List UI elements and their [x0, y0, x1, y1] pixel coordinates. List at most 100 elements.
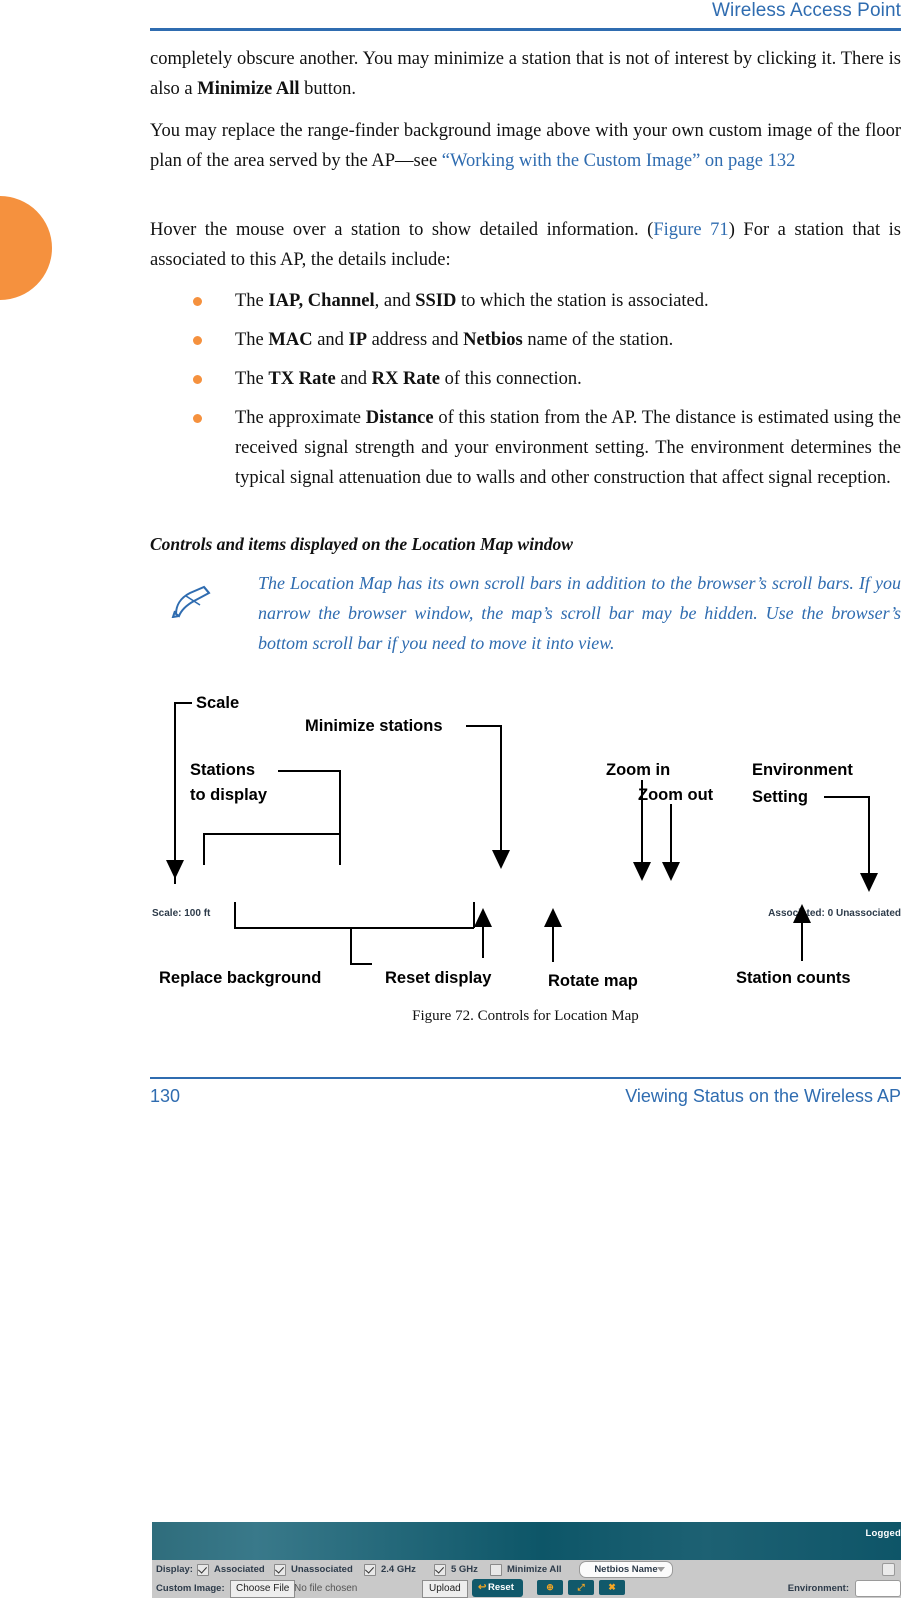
callout-scale: Scale	[196, 691, 239, 716]
station-counts-text: Associated: 0 Unassociated	[768, 908, 901, 919]
bullet-1-post: to which the station is associated.	[456, 291, 708, 311]
reset-button[interactable]: ↩ Reset	[472, 1579, 523, 1597]
rotate-map-button[interactable]: ⤢	[568, 1580, 594, 1595]
footer-page-number: 130	[150, 1086, 180, 1107]
callout-scale-leader-v	[174, 702, 176, 884]
callout-zoomout-arrow	[662, 862, 680, 881]
checkbox-unassociated-label: Unassociated	[291, 1564, 353, 1575]
footer-rule	[150, 1077, 901, 1079]
station-name-dropdown-value: Netbios Name	[594, 1564, 657, 1575]
bullet-2-post2: name of the station.	[523, 330, 674, 350]
display-filter-row: Display: Associated Unassociated 2.4 GHz…	[152, 1560, 901, 1579]
bullet-1-text: The	[235, 291, 268, 311]
callout-env-leader-h	[824, 796, 870, 798]
callout-replace-background: Replace background	[159, 966, 321, 991]
document-page: Wireless Access Point completely obscure…	[0, 0, 901, 1114]
callout-minimize-leader-v	[500, 725, 502, 855]
bullet-3-bold-1: TX Rate	[268, 369, 335, 389]
section-subheading: Controls and items displayed on the Loca…	[150, 534, 901, 555]
checkbox-5ghz-label: 5 GHz	[451, 1564, 478, 1575]
callout-replace-leader-h	[350, 963, 372, 965]
cross-reference-link-custom-image[interactable]: “Working with the Custom Image” on page …	[442, 151, 796, 171]
page-header: Wireless Access Point	[150, 0, 901, 34]
checkbox-associated-label: Associated	[214, 1564, 265, 1575]
bullet-2-mid: and	[313, 330, 349, 350]
logged-status-label: Logged	[866, 1528, 901, 1539]
list-item: The approximate Distance of this station…	[190, 403, 901, 493]
callout-counts-arrow	[793, 904, 811, 923]
callout-stations-leader-h	[278, 770, 340, 772]
bullet-2-text: The	[235, 330, 268, 350]
callout-env-arrow	[860, 873, 878, 892]
cross-reference-link-figure-71[interactable]: Figure 71	[653, 220, 728, 240]
callout-stations-leader-v	[339, 770, 341, 834]
bullet-1-mid: , and	[375, 291, 416, 311]
checkbox-unassociated[interactable]	[274, 1564, 286, 1576]
environment-input[interactable]	[855, 1580, 901, 1597]
zoom-in-button[interactable]: ⊕	[537, 1580, 563, 1595]
bullet-dot-icon	[193, 414, 202, 423]
callout-stations-brace-left	[203, 833, 205, 865]
callout-replace-brace-left	[234, 902, 236, 928]
callout-replace-leader-v	[350, 927, 352, 964]
bullet-2-bold-3: Netbios	[463, 330, 523, 350]
bullet-dot-icon	[193, 375, 202, 384]
callout-zoomout-leader	[670, 804, 672, 866]
paragraph-1: completely obscure another. You may mini…	[150, 44, 901, 104]
callout-zoom-out: Zoom out	[638, 783, 713, 808]
callout-reset-display: Reset display	[385, 966, 491, 991]
checkbox-associated[interactable]	[197, 1564, 209, 1576]
callout-env-leader-v	[868, 796, 870, 878]
custom-image-row: Custom Image: Choose File No file chosen…	[152, 1579, 901, 1598]
callout-rotate-map: Rotate map	[548, 969, 638, 994]
checkbox-2-4ghz[interactable]	[364, 1564, 376, 1576]
bullet-4-bold-1: Distance	[366, 408, 434, 428]
header-rule	[150, 28, 901, 31]
location-map-screenshot: Logged Display: Associated Unassociated …	[152, 1522, 901, 1598]
callout-zoomin-arrow	[633, 862, 651, 881]
bullet-2-bold-2: IP	[349, 330, 368, 350]
bullet-dot-icon	[193, 297, 202, 306]
paragraph-3: Hover the mouse over a station to show d…	[150, 215, 901, 275]
callout-stations-line2: to display	[190, 783, 267, 808]
bullet-dot-icon	[193, 336, 202, 345]
bullet-2-bold-1: MAC	[268, 330, 312, 350]
app-title-band: Logged	[152, 1522, 901, 1560]
upload-button[interactable]: Upload	[422, 1580, 468, 1598]
figure-caption: Figure 72. Controls for Location Map	[150, 1008, 901, 1025]
no-file-chosen-text: No file chosen	[294, 1583, 357, 1594]
reset-button-label: Reset	[488, 1582, 514, 1593]
paragraph-3-text-a: Hover the mouse over a station to show d…	[150, 220, 653, 240]
zoom-out-button[interactable]: ✖	[599, 1580, 625, 1595]
paragraph-2: You may replace the range-finder backgro…	[150, 116, 901, 176]
callout-scale-arrow	[166, 860, 184, 879]
checkbox-minimize-all-label: Minimize All	[507, 1564, 562, 1575]
bullet-3-mid: and	[336, 369, 372, 389]
callout-stations-line1: Stations	[190, 758, 255, 783]
bullet-2-post: address and	[367, 330, 463, 350]
bullet-4-text: The approximate	[235, 408, 366, 428]
checkbox-5ghz[interactable]	[434, 1564, 446, 1576]
callout-minimize-stations: Minimize stations	[305, 714, 443, 739]
callout-stations-brace-top	[203, 833, 341, 835]
list-item: The TX Rate and RX Rate of this connecti…	[190, 364, 901, 394]
bullet-3-bold-2: RX Rate	[372, 369, 440, 389]
callout-replace-brace-bottom	[234, 927, 474, 929]
station-name-dropdown[interactable]: Netbios Name	[579, 1561, 673, 1578]
panel-toggle-checkbox[interactable]	[882, 1563, 895, 1576]
callout-zoom-in: Zoom in	[606, 758, 670, 783]
checkbox-minimize-all[interactable]	[490, 1564, 502, 1576]
bullet-3-post: of this connection.	[440, 369, 582, 389]
footer-section-title: Viewing Status on the Wireless AP	[625, 1086, 901, 1107]
bullet-1-bold-2: SSID	[415, 291, 456, 311]
list-item: The IAP, Channel, and SSID to which the …	[190, 286, 901, 316]
callout-environment-line1: Environment	[752, 758, 853, 783]
map-scale-text: Scale: 100 ft	[152, 908, 210, 919]
choose-file-button[interactable]: Choose File	[230, 1580, 295, 1598]
callout-reset-leader	[482, 926, 484, 958]
chevron-down-icon	[657, 1567, 665, 1572]
chapter-thumb-tab	[0, 196, 52, 300]
note-text: The Location Map has its own scroll bars…	[258, 568, 901, 658]
paragraph-1-text-c: button.	[300, 79, 357, 99]
callout-minimize-arrow	[492, 850, 510, 869]
